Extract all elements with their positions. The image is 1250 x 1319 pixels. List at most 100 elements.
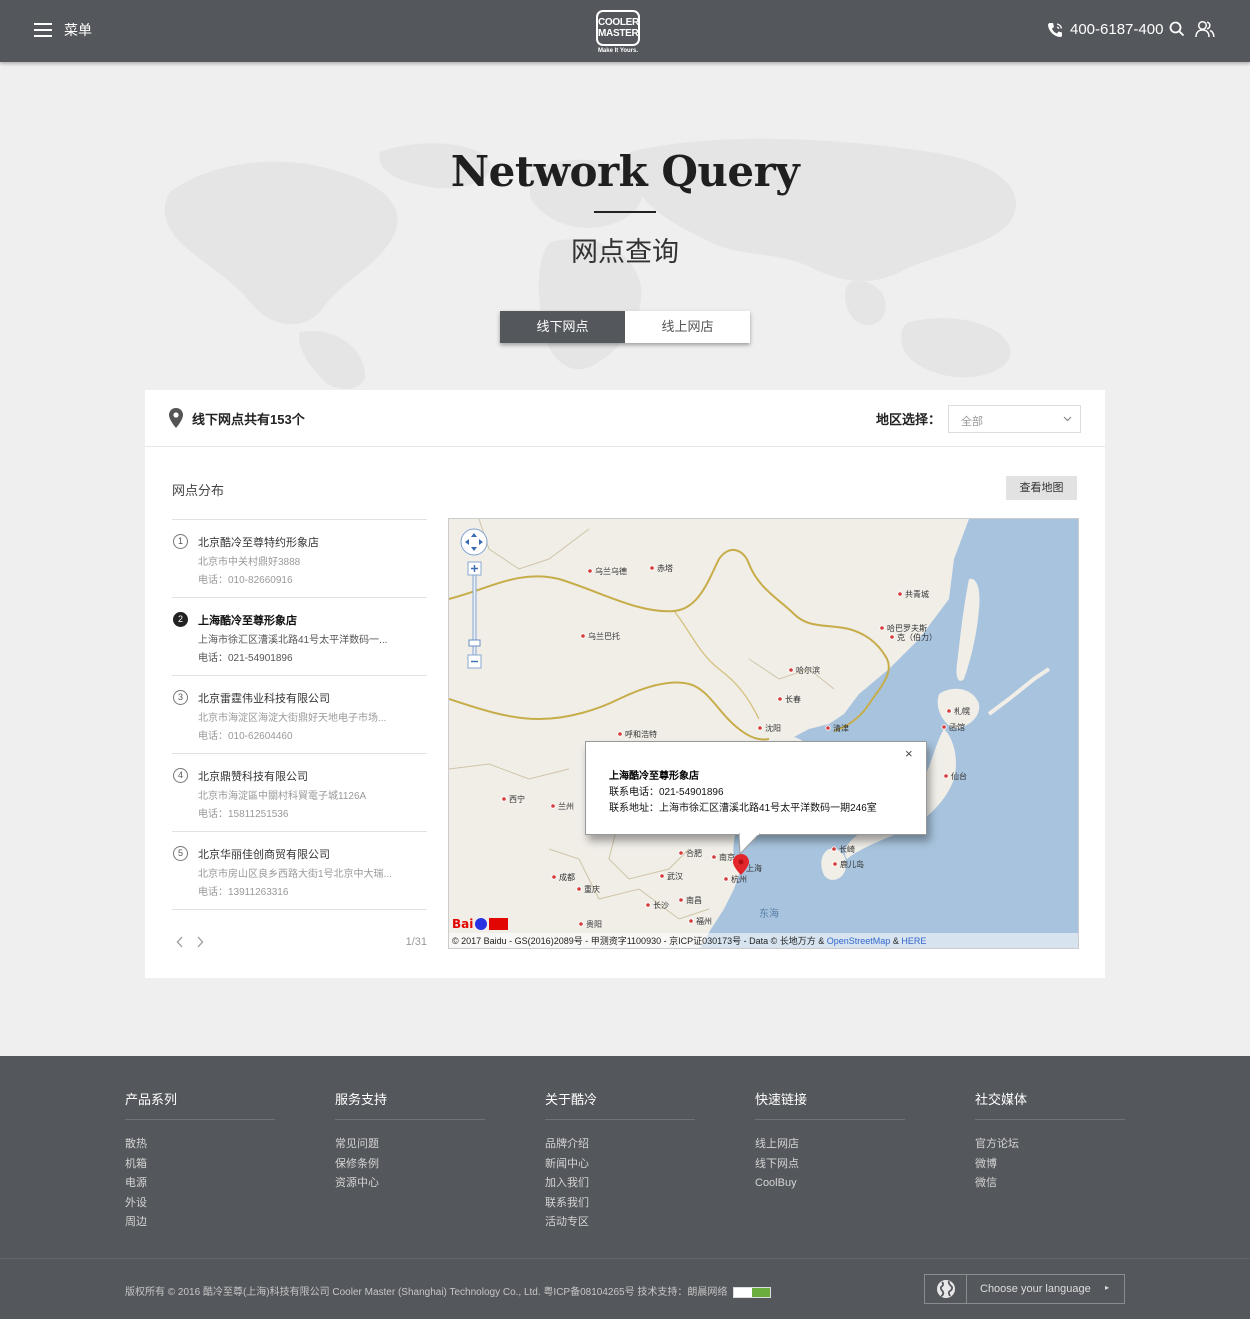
chevron-right-icon[interactable] bbox=[196, 936, 204, 948]
store-phone: 电话：15811251536 bbox=[198, 809, 289, 820]
map-copyright: © 2017 Baidu - GS(2016)2089号 - 甲测资字11009… bbox=[449, 933, 1078, 948]
page-subtitle: 网点查询 bbox=[571, 237, 679, 267]
footer-link[interactable]: 常见问题 bbox=[335, 1135, 485, 1155]
footer-column-support: 服务支持 常见问题 保修条例 资源中心 bbox=[335, 1089, 485, 1194]
store-info-popup: 上海酷冷至尊形象店 联系电话：021-54901896 联系地址：上海市徐汇区漕… bbox=[585, 741, 927, 835]
footer-link[interactable]: 官方论坛 bbox=[975, 1135, 1125, 1155]
footer-link[interactable]: 微信 bbox=[975, 1174, 1125, 1194]
map-city-label: 成都 bbox=[559, 872, 575, 882]
store-list: 1 北京酷冷至尊特约形象店 北京市中关村鼎好3888 电话：010-826609… bbox=[172, 519, 427, 910]
store-address: 北京市海淀區中關村科貿電子城1126A bbox=[198, 791, 367, 802]
hamburger-icon bbox=[34, 23, 52, 37]
map-city-label: 南京 bbox=[719, 852, 735, 862]
map-city-label: 克（伯力） bbox=[897, 632, 937, 642]
store-phone: 电话：021-54901896 bbox=[198, 653, 293, 664]
store-number: 1 bbox=[173, 534, 188, 549]
map-city-label: 共青城 bbox=[905, 589, 929, 599]
phone-number: 400-6187-400 bbox=[1070, 21, 1164, 38]
search-icon[interactable] bbox=[1169, 21, 1185, 37]
language-label: Choose your language bbox=[980, 1283, 1091, 1295]
globe-icon bbox=[937, 1280, 955, 1298]
map-city-label: 南昌 bbox=[686, 895, 702, 905]
footer-link[interactable]: 保修条例 bbox=[335, 1155, 485, 1175]
store-number: 3 bbox=[173, 690, 188, 705]
footer-link[interactable]: 加入我们 bbox=[545, 1174, 695, 1194]
footer-link[interactable]: 联系我们 bbox=[545, 1194, 695, 1214]
copyright-text: 版权所有 © 2016 酷冷至尊(上海)科技有限公司 Cooler Master… bbox=[125, 1287, 728, 1298]
phone-icon bbox=[1048, 23, 1063, 37]
popup-store-name: 上海酷冷至尊形象店 bbox=[609, 771, 699, 782]
region-select[interactable]: 全部 bbox=[948, 405, 1081, 433]
tab-online-stores[interactable]: 线上网店 bbox=[625, 311, 750, 343]
footer-link[interactable]: 活动专区 bbox=[545, 1213, 695, 1233]
popup-pointer bbox=[739, 833, 761, 855]
cnzz-badge[interactable] bbox=[733, 1286, 772, 1298]
user-icon[interactable] bbox=[1195, 20, 1215, 38]
footer-link[interactable]: CoolBuy bbox=[755, 1174, 905, 1194]
sea-label: 东海 bbox=[759, 907, 779, 920]
store-item[interactable]: 5 北京华丽佳创商贸有限公司 北京市房山区良乡西路大街1号北京中大瑞... 电话… bbox=[172, 832, 427, 910]
footer-link[interactable]: 新闻中心 bbox=[545, 1155, 695, 1175]
hotline[interactable]: 400-6187-400 bbox=[1046, 19, 1163, 41]
tab-offline-stores[interactable]: 线下网点 bbox=[500, 311, 625, 343]
footer-link[interactable]: 线上网店 bbox=[755, 1135, 905, 1155]
map-zoom-control[interactable] bbox=[459, 528, 491, 678]
map-city-label: 呼和浩特 bbox=[625, 729, 657, 739]
map-city-label: 福州 bbox=[696, 917, 712, 926]
close-icon[interactable]: × bbox=[905, 746, 913, 761]
footer-heading: 社交媒体 bbox=[975, 1089, 1125, 1120]
menu-button[interactable]: 菜单 bbox=[34, 19, 92, 41]
chevron-left-icon[interactable] bbox=[176, 936, 184, 948]
store-phone: 电话：13911263316 bbox=[198, 887, 289, 898]
footer-link[interactable]: 周边 bbox=[125, 1213, 275, 1233]
map-city-label: 札幌 bbox=[954, 706, 970, 716]
menu-label: 菜单 bbox=[64, 22, 92, 38]
store-item[interactable]: 3 北京雷霆伟业科技有限公司 北京市海淀区海淀大街鼎好天地电子市场... 电话：… bbox=[172, 676, 427, 754]
footer-link[interactable]: 外设 bbox=[125, 1194, 275, 1214]
baidu-map-logo[interactable]: Bai bbox=[451, 915, 509, 933]
map-city-label: 杭州 bbox=[731, 874, 747, 884]
caret-right-icon: ▸ bbox=[1105, 1283, 1110, 1292]
title-divider bbox=[594, 211, 656, 213]
store-count: 线下网点共有153个 bbox=[192, 412, 305, 427]
store-address: 北京市中关村鼎好3888 bbox=[198, 557, 301, 568]
page-indicator: 1/31 bbox=[405, 936, 427, 948]
footer-link[interactable]: 机箱 bbox=[125, 1155, 275, 1175]
map-city-label: 乌兰巴托 bbox=[588, 631, 620, 641]
footer-link[interactable]: 品牌介绍 bbox=[545, 1135, 695, 1155]
map-city-label: 贵阳 bbox=[586, 919, 602, 929]
here-link[interactable]: HERE bbox=[901, 936, 926, 946]
store-phone: 电话：010-62604460 bbox=[198, 731, 293, 742]
footer-link[interactable]: 线下网点 bbox=[755, 1155, 905, 1175]
cooler-master-logo[interactable]: COOLER MASTER Make It Yours. bbox=[590, 10, 646, 58]
page-title: Network Query bbox=[450, 147, 800, 196]
logo-badge: COOLER MASTER bbox=[596, 10, 640, 46]
map-city-label: 长崎 bbox=[839, 844, 855, 854]
footer-column-social: 社交媒体 官方论坛 微博 微信 bbox=[975, 1089, 1125, 1194]
openstreetmap-link[interactable]: OpenStreetMap bbox=[827, 936, 891, 946]
footer-column-about: 关于酷冷 品牌介绍 新闻中心 加入我们 联系我们 活动专区 bbox=[545, 1089, 695, 1233]
store-item[interactable]: 1 北京酷冷至尊特约形象店 北京市中关村鼎好3888 电话：010-826609… bbox=[172, 520, 427, 598]
baidu-map[interactable]: 东海 乌兰乌德 赤塔 乌兰巴托 共青城 哈巴罗夫斯 克（伯力） 哈尔滨 长春 沈阳 清津 札幌 函馆呼… bbox=[448, 518, 1079, 949]
footer-link[interactable]: 电源 bbox=[125, 1174, 275, 1194]
store-number: 2 bbox=[173, 612, 188, 627]
footer: 产品系列 散热 机箱 电源 外设 周边 服务支持 常见问题 保修条例 资源中心 … bbox=[0, 1056, 1250, 1319]
store-address: 北京市海淀区海淀大街鼎好天地电子市场... bbox=[198, 713, 387, 724]
footer-link[interactable]: 散热 bbox=[125, 1135, 275, 1155]
footer-link[interactable]: 资源中心 bbox=[335, 1174, 485, 1194]
store-item[interactable]: 4 北京鼎赞科技有限公司 北京市海淀區中關村科貿電子城1126A 电话：1581… bbox=[172, 754, 427, 832]
map-city-label: 沈阳 bbox=[765, 723, 781, 733]
footer-link[interactable]: 微博 bbox=[975, 1155, 1125, 1175]
svg-text:Bai: Bai bbox=[452, 917, 473, 931]
store-item-selected[interactable]: 2 上海酷冷至尊形象店 上海市徐汇区漕溪北路41号太平洋数码一... 电话：02… bbox=[172, 598, 427, 676]
footer-column-quicklinks: 快速链接 线上网店 线下网点 CoolBuy bbox=[755, 1089, 905, 1194]
view-map-button[interactable]: 查看地图 bbox=[1006, 476, 1077, 500]
popup-address: 联系地址：上海市徐汇区漕溪北路41号太平洋数码一期246室 bbox=[609, 803, 877, 814]
map-city-label: 函馆 bbox=[949, 722, 965, 732]
language-selector[interactable]: Choose your language ▸ bbox=[924, 1274, 1125, 1304]
map-city-label: 长沙 bbox=[653, 900, 669, 910]
map-city-label: 仙台 bbox=[951, 771, 967, 781]
hero-section: Network Query 网点查询 线下网点 线上网店 bbox=[0, 62, 1250, 392]
store-address: 上海市徐汇区漕溪北路41号太平洋数码一... bbox=[198, 635, 388, 646]
map-city-label: 哈巴罗夫斯 bbox=[887, 623, 927, 633]
